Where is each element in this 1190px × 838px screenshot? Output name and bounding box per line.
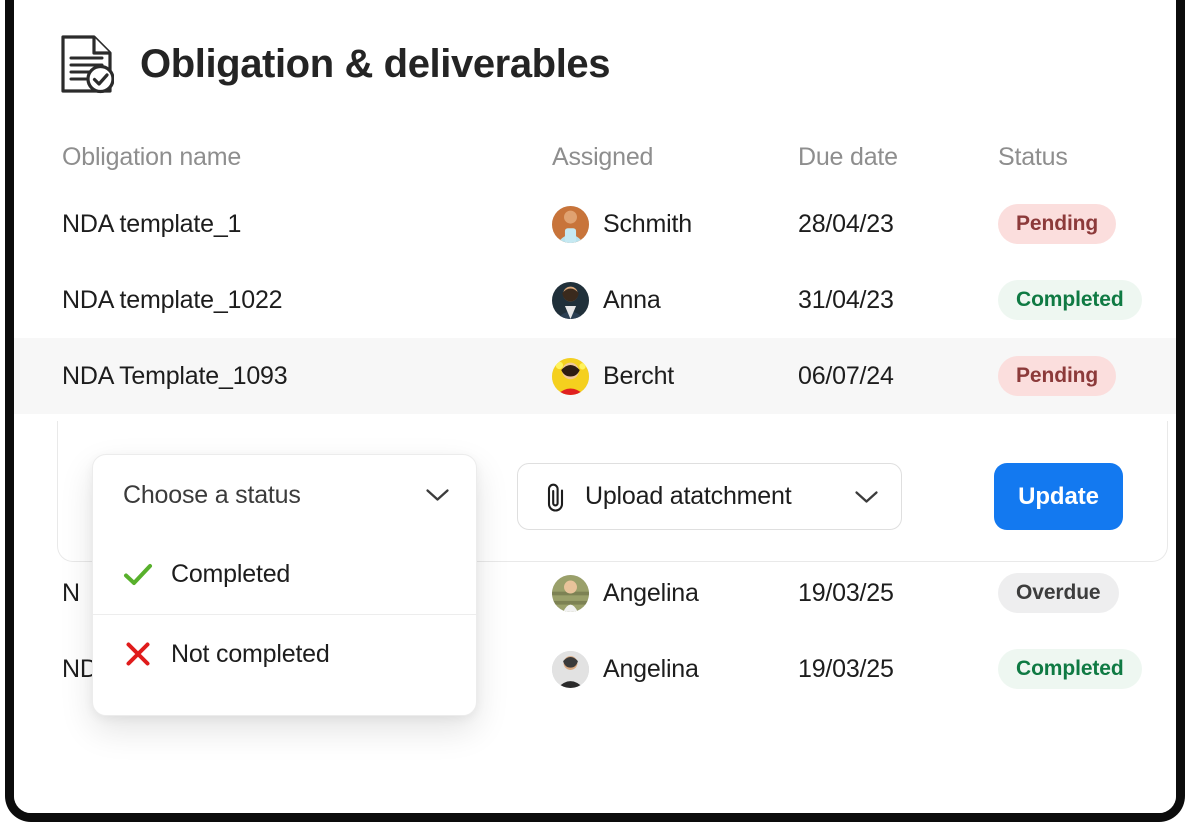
status-option-label: Not completed <box>171 639 330 668</box>
column-header-due-date: Due date <box>798 142 898 171</box>
assignee-name: Anna <box>603 285 661 314</box>
table-row[interactable]: NDA template_1022 Anna 31/04/23 Complete… <box>14 262 1176 338</box>
status-badge: Completed <box>998 649 1142 689</box>
chevron-down-icon <box>855 490 878 503</box>
status-dropdown: Choose a status Completed Not completed <box>92 454 477 716</box>
status-cell: Overdue <box>998 573 1176 613</box>
check-icon <box>123 563 153 587</box>
due-date: 19/03/25 <box>798 654 894 683</box>
assignee-cell: Schmith <box>552 205 798 243</box>
status-cell: Pending <box>998 356 1176 396</box>
status-cell: Completed <box>998 649 1176 689</box>
assignee-name: Angelina <box>603 654 699 683</box>
assignee-cell: Angelina <box>552 650 798 688</box>
device-frame: Obligation & deliverables Obligation nam… <box>5 0 1185 822</box>
avatar <box>552 357 589 395</box>
app-screen: Obligation & deliverables Obligation nam… <box>14 0 1176 813</box>
table-row[interactable]: NDA template_1 Schmith 28/04/23 Pending <box>14 186 1176 262</box>
status-option-not-completed[interactable]: Not completed <box>93 614 476 693</box>
upload-attachment-select[interactable]: Upload atatchment <box>517 463 902 530</box>
table-row-selected[interactable]: NDA Template_1093 Bercht 06/07/24 Pendin… <box>14 338 1176 414</box>
assignee-name: Bercht <box>603 361 675 390</box>
avatar <box>552 205 589 243</box>
status-cell: Pending <box>998 204 1176 244</box>
assignee-name: Schmith <box>603 209 692 238</box>
column-header-status: Status <box>998 142 1068 171</box>
column-header-name: Obligation name <box>62 142 242 171</box>
assignee-cell: Bercht <box>552 357 798 395</box>
status-badge: Overdue <box>998 573 1119 613</box>
assignee-cell: Angelina <box>552 574 798 612</box>
status-cell: Completed <box>998 280 1176 320</box>
assignee-name: Angelina <box>603 578 699 607</box>
due-date: 19/03/25 <box>798 578 894 607</box>
status-dropdown-label: Choose a status <box>123 480 301 509</box>
due-date: 31/04/23 <box>798 285 894 314</box>
status-badge: Pending <box>998 204 1117 244</box>
status-option-completed[interactable]: Completed <box>93 535 476 614</box>
page-header: Obligation & deliverables <box>60 34 611 94</box>
status-badge: Pending <box>998 356 1117 396</box>
avatar <box>552 650 589 688</box>
due-date: 28/04/23 <box>798 209 894 238</box>
column-header-assigned: Assigned <box>552 142 654 171</box>
chevron-down-icon <box>426 489 449 501</box>
due-date: 06/07/24 <box>798 361 894 390</box>
status-badge: Completed <box>998 280 1142 320</box>
assignee-cell: Anna <box>552 281 798 319</box>
update-button[interactable]: Update <box>994 463 1123 530</box>
cross-icon <box>123 641 153 667</box>
document-check-icon <box>61 35 114 94</box>
status-option-label: Completed <box>171 560 291 588</box>
page-title: Obligation & deliverables <box>140 42 611 86</box>
obligation-name: NDA Template_1093 <box>62 361 288 390</box>
avatar <box>552 574 589 612</box>
obligation-name: NDA template_1022 <box>62 285 283 314</box>
table-header-row: Obligation name Assigned Due date Status <box>14 128 1176 186</box>
paperclip-icon <box>547 483 564 512</box>
dropdown-bottom-padding <box>93 693 476 715</box>
upload-attachment-label: Upload atatchment <box>585 482 792 510</box>
obligation-name: NDA template_1 <box>62 209 242 238</box>
status-dropdown-trigger[interactable]: Choose a status <box>93 455 476 535</box>
avatar <box>552 281 589 319</box>
